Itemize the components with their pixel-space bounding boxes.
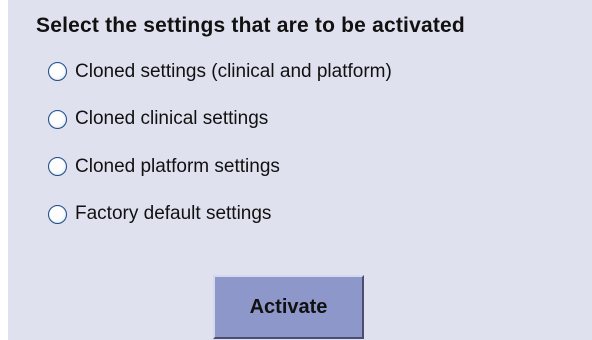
settings-panel: Select the settings that are to be activ…	[8, 0, 592, 340]
settings-heading: Select the settings that are to be activ…	[36, 14, 465, 37]
radio-button-cloned-platform[interactable]	[48, 157, 67, 176]
radio-button-cloned-clinical[interactable]	[48, 109, 67, 129]
option-cloned-clinical[interactable]: Cloned clinical settings	[48, 108, 392, 131]
radio-button-cloned-clinical-and-platform[interactable]	[48, 62, 67, 81]
option-factory-default[interactable]: Factory default settings	[48, 203, 392, 226]
settings-radio-group: Cloned settings (clinical and platform) …	[48, 60, 392, 250]
activate-button[interactable]: Activate	[213, 275, 364, 339]
option-label: Cloned settings (clinical and platform)	[75, 60, 392, 82]
option-label: Factory default settings	[75, 203, 272, 224]
option-cloned-platform[interactable]: Cloned platform settings	[48, 155, 392, 178]
option-label: Cloned platform settings	[75, 155, 280, 177]
option-label: Cloned clinical settings	[75, 108, 269, 129]
option-cloned-clinical-and-platform[interactable]: Cloned settings (clinical and platform)	[48, 60, 392, 83]
radio-button-factory-default[interactable]	[48, 204, 67, 224]
